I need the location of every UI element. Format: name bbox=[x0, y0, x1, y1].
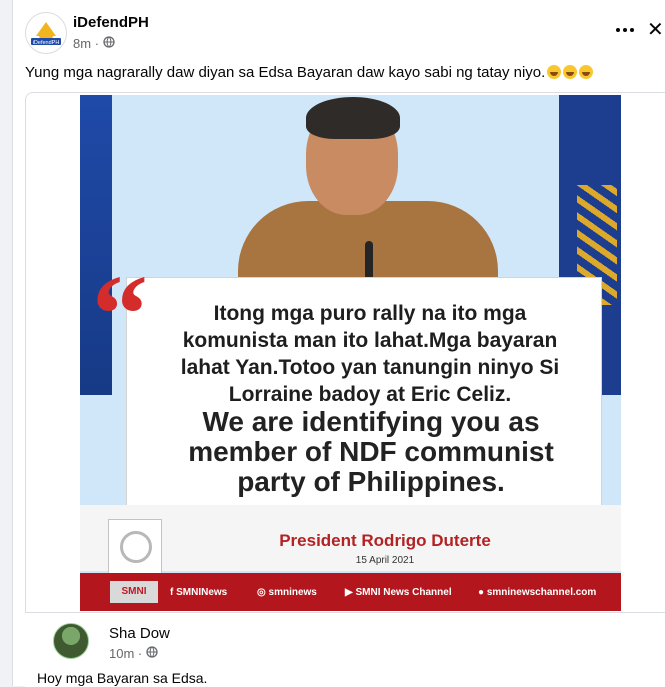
laughing-emoji-icon bbox=[547, 65, 562, 79]
shared-image[interactable]: “ Itong mga puro rally na ito mga komuni… bbox=[80, 95, 621, 611]
speaker-name: President Rodrigo Duterte bbox=[279, 531, 491, 550]
youtube-label: SMNI News Channel bbox=[355, 587, 452, 598]
laughing-emoji-icon bbox=[579, 65, 594, 79]
post-card: iDefendPH iDefendPH 8m · ✕ Yung mga nagr… bbox=[12, 0, 665, 687]
instagram-label: smninews bbox=[268, 587, 317, 598]
close-icon[interactable]: ✕ bbox=[647, 18, 665, 42]
quote-mark-icon: “ bbox=[92, 253, 148, 377]
website-handle: ● smninewschannel.com bbox=[478, 587, 596, 598]
quote-line: Itong mga puro rally na ito mga bbox=[213, 302, 527, 325]
comment-author[interactable]: Sha Dow bbox=[109, 625, 170, 642]
svg-text:iDefendPH: iDefendPH bbox=[33, 40, 60, 46]
facebook-handle: f SMNINews bbox=[170, 587, 227, 598]
comment-text: Hoy mga Bayaran sa Edsa. bbox=[37, 670, 208, 686]
globe-icon bbox=[102, 36, 115, 51]
quote-english-line: party of Philippines. bbox=[237, 466, 505, 497]
quote-line: lahat Yan.Totoo yan tanungin ninyo Si bbox=[180, 356, 560, 379]
post-header: iDefendPH iDefendPH 8m · ✕ bbox=[13, 0, 665, 58]
youtube-icon: ▶ bbox=[345, 587, 356, 598]
quote-date: 15 April 2021 bbox=[355, 555, 415, 566]
post-meta: 8m · bbox=[73, 36, 115, 51]
post-caption: Yung mga nagrarally daw diyan sa Edsa Ba… bbox=[25, 64, 546, 81]
instagram-handle: ◎ smninews bbox=[257, 587, 317, 598]
quote-tagalog: Itong mga puro rally na ito mga komunist… bbox=[160, 300, 580, 408]
page-avatar[interactable]: iDefendPH bbox=[25, 12, 67, 54]
more-icon[interactable] bbox=[613, 22, 637, 38]
laughing-emoji-icon bbox=[563, 65, 578, 79]
comment-preview: Sha Dow 10m · Hoy mga Bayaran sa Edsa. bbox=[25, 612, 665, 687]
shared-post[interactable]: “ Itong mga puro rally na ito mga komuni… bbox=[25, 92, 665, 614]
smni-logo: SMNI bbox=[110, 581, 158, 603]
speaker-hair bbox=[306, 97, 400, 139]
commenter-avatar[interactable] bbox=[53, 623, 89, 659]
instagram-icon: ◎ bbox=[257, 587, 269, 598]
facebook-label: SMNINews bbox=[176, 587, 228, 598]
comment-time[interactable]: 10m bbox=[109, 646, 134, 661]
smni-ring-icon bbox=[120, 531, 152, 563]
quote-line: komunista man ito lahat.Mga bayaran bbox=[182, 329, 558, 352]
meta-separator: · bbox=[137, 646, 146, 661]
quote-english-line: We are identifying you as bbox=[202, 406, 540, 437]
meta-separator: · bbox=[94, 36, 103, 51]
globe-icon bbox=[146, 646, 158, 661]
web-icon: ● bbox=[478, 587, 487, 598]
idefendph-logo-icon: iDefendPH bbox=[27, 14, 65, 52]
post-author[interactable]: iDefendPH bbox=[73, 14, 149, 31]
quote-english-line: member of NDF communist bbox=[188, 436, 554, 467]
website-label: smninewschannel.com bbox=[486, 587, 597, 598]
post-time[interactable]: 8m bbox=[73, 36, 91, 51]
youtube-handle: ▶ SMNI News Channel bbox=[345, 587, 452, 598]
quote-line: Lorraine badoy at Eric Celiz. bbox=[228, 383, 512, 406]
post-text: Yung mga nagrarally daw diyan sa Edsa Ba… bbox=[25, 64, 594, 81]
quote-english: We are identifying you as member of NDF … bbox=[162, 407, 580, 497]
comment-meta: 10m · bbox=[109, 646, 158, 661]
